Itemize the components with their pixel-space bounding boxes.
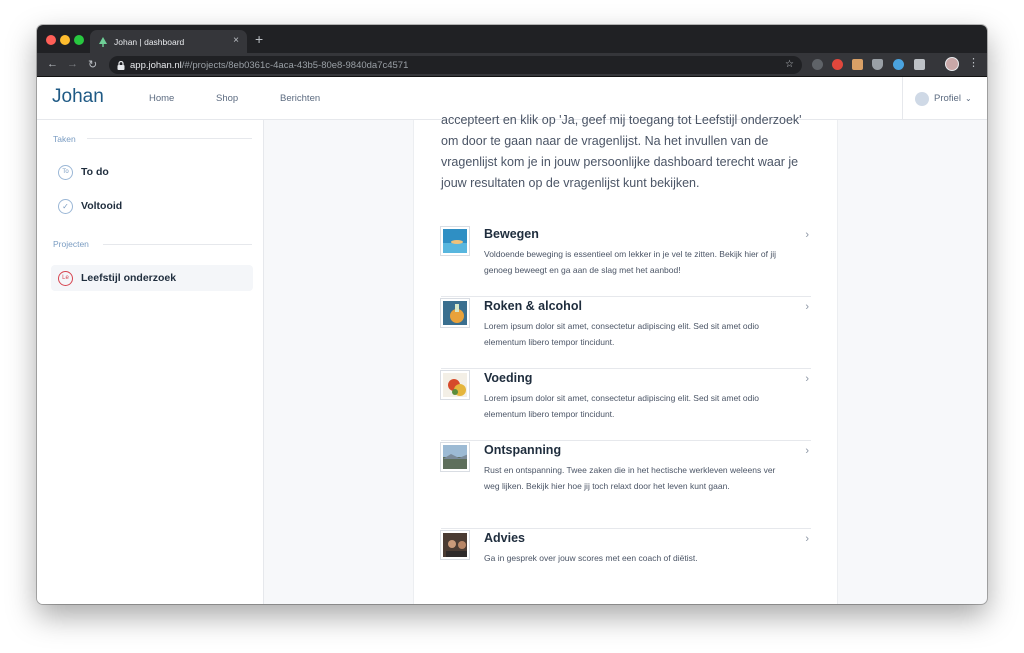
item-title: Roken & alcohol xyxy=(484,299,582,313)
section-title-taken: Taken xyxy=(53,134,76,144)
profile-label: Profiel xyxy=(934,93,961,104)
section-divider xyxy=(87,138,252,139)
url-path: /#/projects/8eb0361c-4aca-43b5-80e8-9840… xyxy=(181,59,409,71)
voeding-thumbnail xyxy=(441,371,469,399)
sidebar-item-label: To do xyxy=(81,166,109,178)
back-icon[interactable]: ← xyxy=(47,58,58,70)
forward-icon[interactable]: → xyxy=(67,58,78,70)
intro-text: accepteert en klik op 'Ja, geef mij toeg… xyxy=(441,113,802,190)
chevron-right-icon: › xyxy=(805,445,809,457)
item-title: Voeding xyxy=(484,371,533,385)
address-bar[interactable]: app.johan.nl/#/projects/8eb0361c-4aca-43… xyxy=(109,56,802,74)
extension-info-icon[interactable] xyxy=(812,59,823,70)
section-divider xyxy=(103,244,252,245)
browser-toolbar: ← → ↻ app.johan.nl/#/projects/8eb0361c-4… xyxy=(37,53,987,77)
project-icon: Le xyxy=(58,270,73,286)
ontspanning-thumbnail xyxy=(441,443,469,471)
bewegen-thumbnail xyxy=(441,227,469,255)
advies-thumbnail xyxy=(441,531,469,559)
item-description: Ga in gesprek over jouw scores met een c… xyxy=(484,553,698,563)
chevron-down-icon: ⌄ xyxy=(964,94,972,103)
browser-tab[interactable]: Johan | dashboard × xyxy=(90,30,247,53)
sidebar-item-leefstijl-onderzoek[interactable]: Le Leefstijl onderzoek xyxy=(51,265,253,291)
item-description: Lorem ipsum dolor sit amet, consectetur … xyxy=(484,393,759,419)
leaf-icon xyxy=(99,36,107,47)
extension-drive-icon[interactable] xyxy=(872,59,883,70)
extension-blue-icon[interactable] xyxy=(893,59,904,70)
browser-profile-avatar[interactable] xyxy=(945,57,959,71)
user-avatar-icon xyxy=(915,91,929,106)
sidebar: Taken To To do ✓ Voltooid Projecten Le L… xyxy=(37,120,264,604)
item-title: Advies xyxy=(484,531,525,545)
project-card: accepteert en klik op 'Ja, geef mij toeg… xyxy=(413,113,838,604)
list-item-ontspanning[interactable]: Ontspanning Rust en ontspanning. Twee za… xyxy=(441,443,811,529)
section-title-projecten: Projecten xyxy=(53,239,89,249)
check-circle-icon: ✓ xyxy=(58,198,73,214)
sidebar-item-label: Voltooid xyxy=(81,200,123,212)
extension-screen-icon[interactable] xyxy=(914,59,925,70)
browser-window: Johan | dashboard × + ← → ↻ app.johan.nl… xyxy=(37,25,987,604)
item-description: Rust en ontspanning. Twee zaken die in h… xyxy=(484,465,776,491)
new-tab-button[interactable]: + xyxy=(255,31,263,47)
lock-icon xyxy=(117,60,125,70)
nav-home[interactable]: Home xyxy=(149,93,174,104)
close-tab-icon[interactable]: × xyxy=(233,35,239,46)
item-title: Bewegen xyxy=(484,227,539,241)
item-title: Ontspanning xyxy=(484,443,562,457)
item-description: Lorem ipsum dolor sit amet, consectetur … xyxy=(484,321,759,347)
tab-title: Johan | dashboard xyxy=(114,36,185,47)
chevron-right-icon: › xyxy=(805,301,809,313)
maximize-window-button[interactable] xyxy=(74,35,84,45)
extension-red-icon[interactable] xyxy=(832,59,843,70)
minimize-window-button[interactable] xyxy=(60,35,70,45)
profile-menu[interactable]: Profiel ⌄ xyxy=(902,77,987,120)
list-item-roken-alcohol[interactable]: Roken & alcohol Lorem ipsum dolor sit am… xyxy=(441,299,811,369)
chevron-right-icon: › xyxy=(805,533,809,545)
url-host: app.johan.nl xyxy=(130,59,182,71)
reload-icon[interactable]: ↻ xyxy=(88,58,97,71)
list-item-voeding[interactable]: Voeding Lorem ipsum dolor sit amet, cons… xyxy=(441,371,811,441)
sidebar-item-todo[interactable]: To To do xyxy=(51,159,253,185)
todo-icon: To xyxy=(58,164,73,180)
list-item-bewegen[interactable]: Bewegen Voldoende beweging is essentieel… xyxy=(441,227,811,297)
close-window-button[interactable] xyxy=(46,35,56,45)
sidebar-item-label: Leefstijl onderzoek xyxy=(81,272,177,284)
app-logo[interactable]: Johan xyxy=(52,86,104,108)
nav-berichten[interactable]: Berichten xyxy=(280,93,320,104)
chevron-right-icon: › xyxy=(805,229,809,241)
sidebar-item-voltooid[interactable]: ✓ Voltooid xyxy=(51,193,253,219)
browser-menu-icon[interactable]: ⋮ xyxy=(968,56,979,69)
roken-alcohol-thumbnail xyxy=(441,299,469,327)
extension-box-icon[interactable] xyxy=(852,59,863,70)
item-description: Voldoende beweging is essentieel om lekk… xyxy=(484,249,776,275)
nav-shop[interactable]: Shop xyxy=(216,93,238,104)
browser-tabbar: Johan | dashboard × + xyxy=(37,25,987,53)
list-item-advies[interactable]: Advies Ga in gesprek over jouw scores me… xyxy=(441,531,811,591)
chevron-right-icon: › xyxy=(805,373,809,385)
bookmark-star-icon[interactable]: ☆ xyxy=(785,59,794,70)
